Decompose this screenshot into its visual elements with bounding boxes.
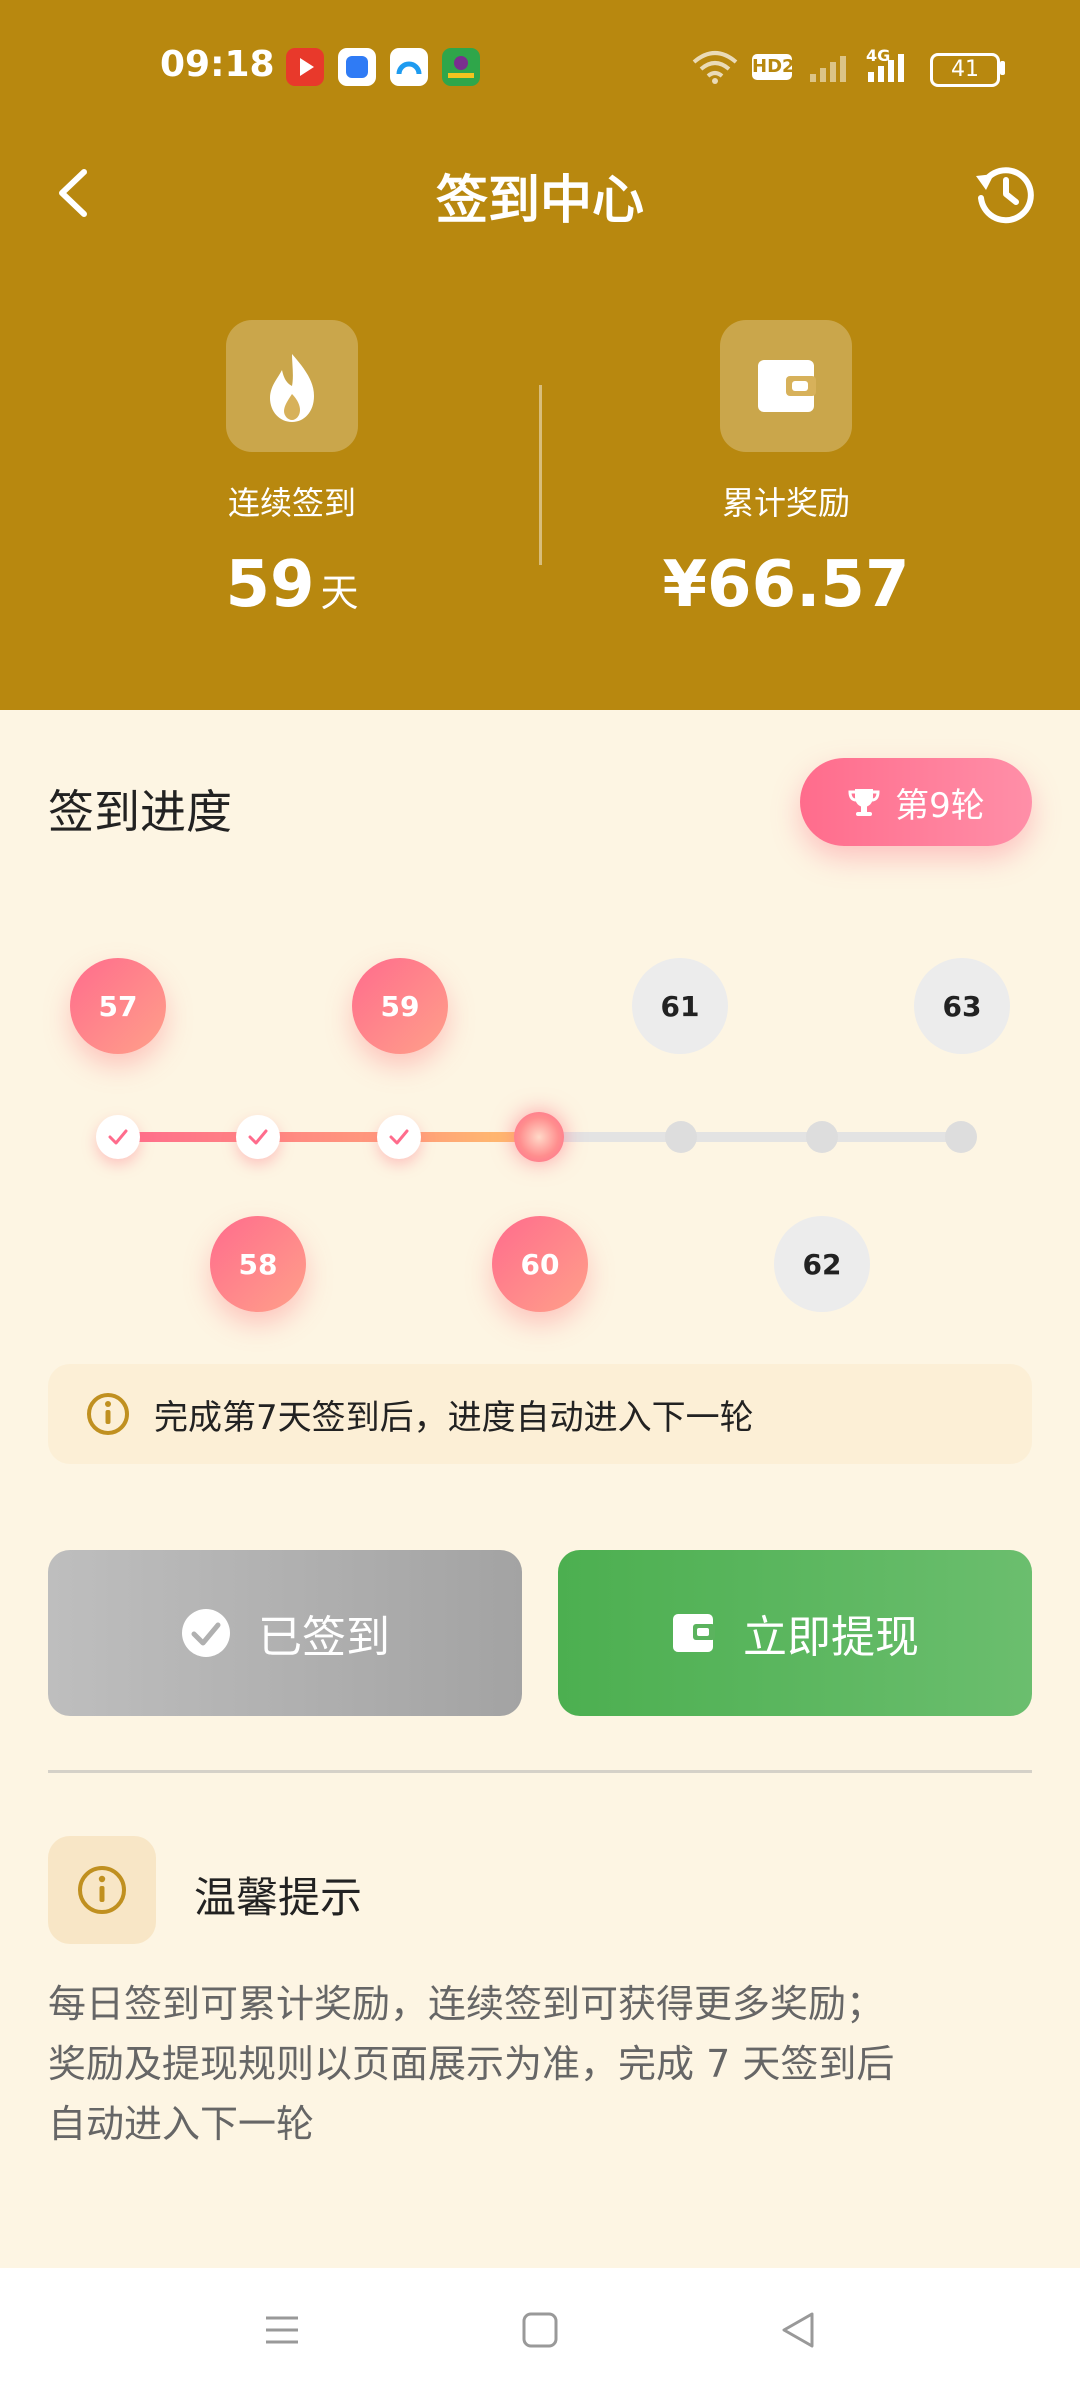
stats-divider bbox=[539, 385, 542, 565]
notice-title: 温馨提示 bbox=[194, 1873, 363, 1922]
system-nav-bar bbox=[0, 2268, 1080, 2400]
section-divider bbox=[48, 1770, 1032, 1773]
battery-tip bbox=[1000, 61, 1005, 75]
streak-label: 连续签到 bbox=[227, 484, 356, 522]
day-bubble-58: 58 bbox=[210, 1216, 306, 1312]
wallet-icon bbox=[758, 360, 816, 412]
signed-button[interactable]: 已签到 bbox=[48, 1550, 522, 1716]
progress-track-filled bbox=[118, 1132, 534, 1142]
progress-tip: 完成第7天签到后，进度自动进入下一轮 bbox=[48, 1364, 1032, 1464]
progress-node-current bbox=[514, 1112, 564, 1162]
progress-node-2 bbox=[236, 1115, 280, 1159]
info-icon bbox=[78, 1866, 126, 1914]
streak-value: 59 天 bbox=[92, 548, 492, 622]
app-icon-green bbox=[442, 48, 480, 86]
progress-node-6 bbox=[806, 1121, 838, 1153]
wallet-icon bbox=[673, 1614, 715, 1652]
progress-track-empty bbox=[534, 1132, 962, 1142]
home-icon[interactable] bbox=[520, 2310, 560, 2350]
streak-number: 59 bbox=[225, 548, 315, 622]
notice-line-2: 奖励及提现规则以页面展示为准，完成 7 天签到后 bbox=[48, 2042, 895, 2086]
wifi-icon bbox=[692, 51, 738, 84]
signal-weak-icon bbox=[810, 56, 846, 82]
info-icon bbox=[87, 1393, 129, 1435]
history-button[interactable] bbox=[972, 160, 1038, 226]
notice-icon-box bbox=[48, 1836, 156, 1944]
flame-icon bbox=[270, 354, 314, 422]
check-icon bbox=[248, 1129, 268, 1145]
back-nav-icon[interactable] bbox=[778, 2310, 818, 2350]
streak-icon-box bbox=[226, 320, 358, 452]
notice-line-1: 每日签到可累计奖励，连续签到可获得更多奖励； bbox=[48, 1982, 885, 2026]
streak-unit: 天 bbox=[320, 571, 359, 615]
history-icon bbox=[976, 167, 1034, 224]
round-label: 第9轮 bbox=[895, 785, 985, 826]
progress-title: 签到进度 bbox=[48, 785, 232, 839]
progress-node-5 bbox=[665, 1121, 697, 1153]
day-bubble-59: 59 bbox=[352, 958, 448, 1054]
status-time: 09:18 bbox=[160, 44, 275, 85]
progress-tip-text: 完成第7天签到后，进度自动进入下一轮 bbox=[154, 1397, 754, 1438]
app-icon-blue bbox=[338, 48, 376, 86]
check-icon bbox=[108, 1129, 128, 1145]
day-bubble-60: 60 bbox=[492, 1216, 588, 1312]
header: 09:18 HD2 4G 41 签到中心 连续签到 59 天 累计奖励 ¥66.… bbox=[0, 0, 1080, 710]
day-bubble-57: 57 bbox=[70, 958, 166, 1054]
total-label: 累计奖励 bbox=[721, 484, 850, 522]
round-badge[interactable]: 第9轮 bbox=[800, 758, 1032, 846]
page-title: 签到中心 bbox=[435, 171, 644, 231]
check-icon bbox=[389, 1129, 409, 1145]
day-bubble-61: 61 bbox=[632, 958, 728, 1054]
day-bubble-62: 62 bbox=[774, 1216, 870, 1312]
total-icon-box bbox=[720, 320, 852, 452]
app-icon-red-play bbox=[286, 48, 324, 86]
hd-badge: HD2 bbox=[752, 54, 795, 80]
trophy-icon bbox=[848, 789, 880, 816]
day-bubble-63: 63 bbox=[914, 958, 1010, 1054]
progress-node-7 bbox=[945, 1121, 977, 1153]
menu-icon[interactable] bbox=[262, 2310, 302, 2350]
app-icon-white-blue bbox=[390, 48, 428, 86]
notice-line-3: 自动进入下一轮 bbox=[48, 2102, 315, 2146]
progress-node-1 bbox=[96, 1115, 140, 1159]
total-value: ¥66.57 bbox=[662, 548, 910, 622]
battery-indicator: 41 bbox=[930, 53, 1000, 87]
check-circle-icon bbox=[182, 1609, 230, 1657]
withdraw-button[interactable]: 立即提现 bbox=[558, 1550, 1032, 1716]
signal-strong-icon bbox=[868, 54, 904, 82]
progress-node-3 bbox=[377, 1115, 421, 1159]
withdraw-label: 立即提现 bbox=[743, 1612, 919, 1663]
signed-label: 已签到 bbox=[258, 1612, 390, 1663]
notice-body: 每日签到可累计奖励，连续签到可获得更多奖励； 奖励及提现规则以页面展示为准，完成… bbox=[48, 1974, 1048, 2154]
